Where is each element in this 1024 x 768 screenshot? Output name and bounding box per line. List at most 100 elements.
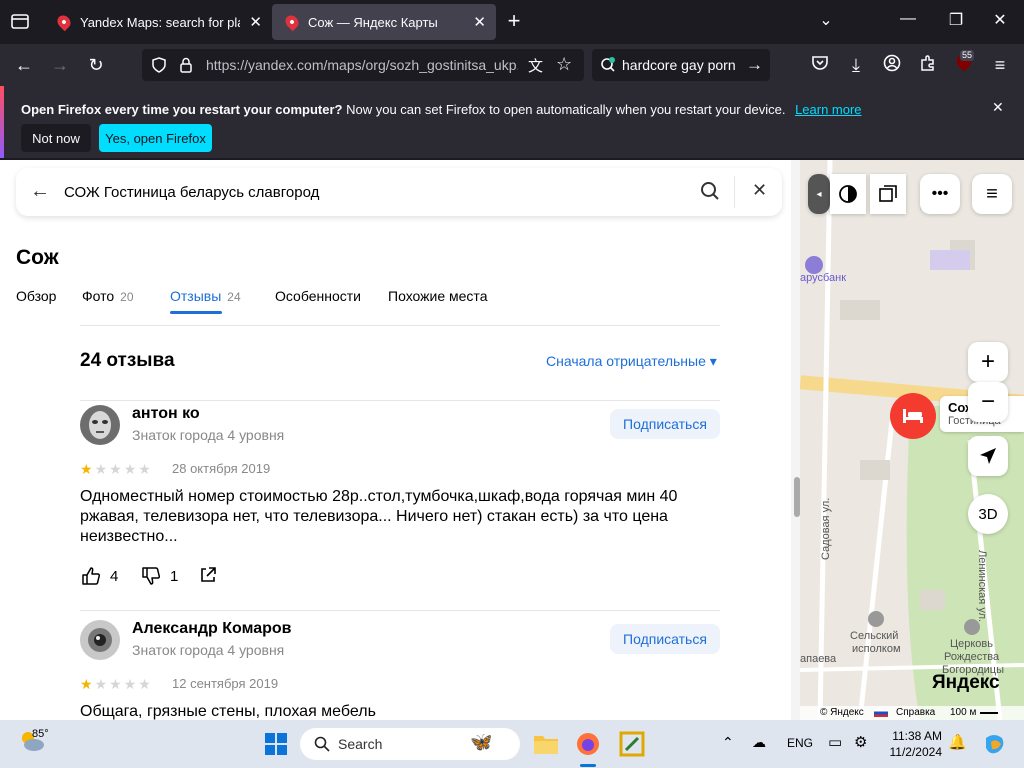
extensions-puzzle-icon[interactable] — [916, 54, 940, 77]
review-date: 28 октября 2019 — [172, 461, 271, 476]
panel-scrollbar[interactable] — [791, 160, 800, 720]
3d-toggle-button[interactable]: 3D — [968, 494, 1008, 534]
my-location-button[interactable] — [968, 436, 1008, 476]
map-help-link[interactable]: Справка — [896, 707, 935, 718]
zoom-in-button[interactable]: + — [968, 342, 1008, 382]
web-search-box[interactable]: hardcore gay porn → — [592, 49, 770, 81]
subscribe-button[interactable]: Подписаться — [610, 624, 720, 654]
more-options-button[interactable]: ••• — [920, 174, 960, 214]
reload-icon[interactable]: ↻ — [84, 54, 108, 76]
review-text: Одноместный номер стоимостью 28р..стол,т… — [80, 488, 678, 545]
show-hidden-icons-chevron[interactable]: ⌃ — [722, 734, 734, 751]
url-text[interactable]: https://yandex.com/maps/org/sozh_gostini… — [206, 57, 518, 73]
lock-icon[interactable] — [180, 57, 192, 78]
web-search-text[interactable]: hardcore gay porn — [622, 57, 736, 73]
map-menu-button[interactable]: ≡ — [972, 174, 1012, 214]
learn-more-link[interactable]: Learn more — [795, 102, 861, 117]
star-empty-icon: ★ — [94, 461, 110, 477]
tab-sozh-yandex-maps[interactable]: Сож — Яндекс Карты ✕ — [272, 4, 496, 40]
sort-dropdown[interactable]: Сначала отрицательные ▾ — [546, 353, 717, 370]
like-button[interactable]: 4 — [80, 565, 118, 587]
yes-open-firefox-button[interactable]: Yes, open Firefox — [99, 124, 212, 152]
minimize-button[interactable]: — — [896, 10, 920, 28]
reviewer-name[interactable]: антон ко — [132, 405, 200, 423]
downloads-icon[interactable]: ⤓ — [844, 54, 868, 76]
reviewer-name[interactable]: Александр Комаров — [132, 620, 291, 638]
place-title: Сож — [16, 246, 59, 269]
ublock-extension-icon[interactable]: 55 — [952, 50, 976, 77]
close-window-button[interactable]: ✕ — [988, 10, 1012, 30]
menu-hamburger-icon[interactable]: ≡ — [988, 54, 1012, 76]
taskbar-search-placeholder: Search — [338, 736, 383, 752]
map-search-query[interactable]: СОЖ Гостиница беларусь славгород — [64, 184, 319, 201]
notification-bell-icon[interactable]: 🔔 — [948, 733, 967, 751]
close-notification-icon[interactable]: ✕ — [992, 99, 1004, 116]
list-all-tabs-chevron-icon[interactable]: ⌄ — [814, 10, 838, 30]
tab-photos[interactable]: Фото 20 — [82, 288, 134, 304]
back-arrow-icon[interactable]: ← — [30, 180, 50, 203]
map-view[interactable]: арусбанк Садовая ул. Ленинская ул. Сельс… — [800, 160, 1024, 720]
account-icon[interactable] — [880, 54, 904, 77]
avatar[interactable] — [80, 620, 120, 660]
clear-search-icon[interactable]: ✕ — [752, 180, 767, 201]
new-tab-button[interactable]: + — [502, 8, 526, 34]
map-copyright[interactable]: © Яндекс — [820, 707, 864, 718]
start-windows-icon[interactable] — [262, 730, 290, 758]
not-now-button[interactable]: Not now — [21, 124, 91, 152]
thumbs-up-icon — [82, 567, 101, 585]
dislike-button[interactable]: 1 — [140, 565, 178, 587]
app-icon[interactable] — [618, 730, 646, 758]
firefox-icon[interactable] — [574, 730, 602, 758]
weather-widget[interactable]: 85° — [18, 728, 78, 760]
forward-arrow-icon[interactable]: → — [48, 54, 72, 76]
reviews-count-badge: 24 — [227, 290, 241, 304]
bookmark-star-icon[interactable]: ☆ — [556, 54, 572, 75]
tab-similar-places[interactable]: Похожие места — [388, 288, 487, 304]
file-explorer-icon[interactable] — [532, 730, 560, 758]
layers-icon — [839, 185, 857, 203]
copilot-icon[interactable] — [980, 730, 1008, 758]
language-indicator[interactable]: ENG — [787, 736, 813, 750]
share-button[interactable] — [198, 565, 218, 585]
browser-tab-bar: Yandex Maps: search for places ✕ Сож — Я… — [0, 0, 1024, 44]
panorama-button[interactable] — [870, 174, 906, 214]
onedrive-icon[interactable]: ☁ — [752, 734, 766, 751]
map-scale: 100 м — [950, 707, 977, 718]
rating-stars: ★★★★★ — [80, 461, 153, 478]
avatar[interactable] — [80, 405, 120, 445]
hotel-marker[interactable] — [890, 393, 936, 439]
maximize-button[interactable]: ❐ — [944, 10, 968, 30]
map-search-box[interactable]: ← СОЖ Гостиница беларусь славгород ✕ — [16, 168, 782, 216]
display-icon[interactable]: ▭ — [828, 733, 842, 751]
map-label-aparaeva: апаева — [800, 653, 837, 665]
map-layers-button[interactable] — [830, 174, 866, 214]
close-tab-icon[interactable]: ✕ — [473, 13, 486, 31]
tab-yandex-maps-search[interactable]: Yandex Maps: search for places ✕ — [44, 4, 272, 40]
close-tab-icon[interactable]: ✕ — [249, 13, 262, 31]
pocket-icon[interactable] — [808, 54, 832, 77]
tab-reviews[interactable]: Отзывы 24 — [170, 288, 241, 304]
subscribe-button[interactable]: Подписаться — [610, 409, 720, 439]
navigation-arrow-icon — [980, 448, 996, 464]
hide-panel-button[interactable]: ◂ — [808, 174, 830, 214]
search-icon[interactable] — [700, 181, 720, 206]
clock[interactable]: 11:38 AM 11/2/2024 — [884, 728, 943, 760]
review-date: 12 сентября 2019 — [172, 676, 279, 691]
tab-features[interactable]: Особенности — [275, 288, 361, 304]
translate-icon[interactable]: 文 — [528, 55, 543, 76]
active-tab-indicator — [170, 311, 222, 314]
star-empty-icon: ★ — [138, 461, 153, 477]
go-arrow-icon[interactable]: → — [746, 55, 763, 75]
back-arrow-icon[interactable]: ← — [12, 54, 36, 76]
tab-overview-icon[interactable] — [10, 12, 30, 30]
star-empty-icon: ★ — [138, 676, 153, 692]
russia-flag-icon — [874, 709, 888, 717]
network-icon[interactable]: ⚙ — [854, 733, 867, 751]
yandex-maps-pin-icon — [54, 12, 74, 32]
shield-icon[interactable] — [152, 57, 166, 78]
zoom-out-button[interactable]: − — [968, 382, 1008, 422]
review-item: Александр Комаров Знаток города 4 уровня… — [80, 620, 720, 720]
address-bar[interactable]: https://yandex.com/maps/org/sozh_gostini… — [142, 49, 584, 81]
tab-overview[interactable]: Обзор — [16, 288, 56, 304]
taskbar-search[interactable]: Search 🦋 — [300, 728, 520, 760]
